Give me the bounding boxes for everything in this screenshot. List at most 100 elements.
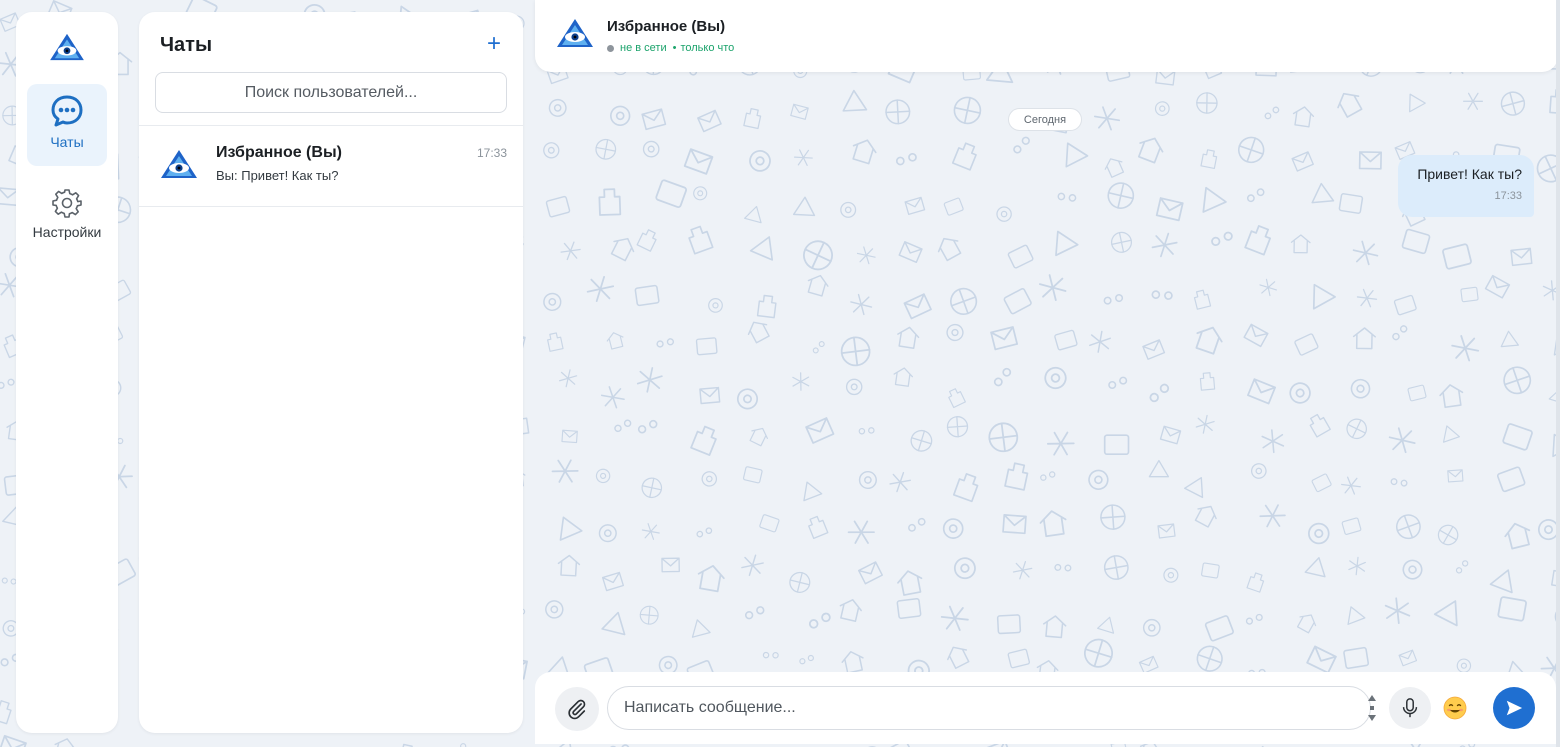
doodle-icon: [595, 138, 617, 160]
doodle-icon: [1352, 240, 1379, 266]
doodle-icon: [1304, 557, 1326, 578]
doodle-icon: [1155, 197, 1184, 222]
eye-pyramid-avatar-icon[interactable]: [555, 15, 595, 51]
chats-header: Чаты +: [139, 12, 523, 72]
send-button[interactable]: [1493, 687, 1535, 729]
doodle-icon: [1243, 323, 1269, 348]
doodle-icon: [1460, 286, 1479, 303]
doodle-icon: [1200, 149, 1218, 170]
attach-button[interactable]: [555, 687, 599, 731]
doodle-icon: [940, 605, 969, 631]
doodle-icon: [812, 341, 825, 354]
doodle-icon: [840, 201, 857, 218]
doodle-icon: [661, 557, 680, 573]
doodle-icon: [942, 518, 964, 539]
doodle-icon: [1341, 476, 1361, 495]
presence-status: не в сети • только что: [607, 42, 734, 54]
doodle-icon: [789, 571, 811, 593]
conversation-info[interactable]: Избранное (Вы) не в сети • только что: [607, 18, 734, 54]
doodle-icon: [1040, 471, 1056, 481]
eye-pyramid-logo-icon[interactable]: [48, 32, 86, 62]
doodle-icon: [790, 103, 809, 120]
voice-message-button[interactable]: [1389, 687, 1431, 729]
doodle-icon: [634, 284, 660, 307]
sidebar-item-chats[interactable]: Чаты: [27, 84, 107, 166]
chat-name: Избранное (Вы): [216, 144, 342, 161]
doodle-icon: [460, 743, 467, 747]
sidebar-item-settings[interactable]: Настройки: [27, 178, 107, 248]
doodle-icon: [1196, 92, 1218, 114]
doodle-icon: [1054, 329, 1078, 351]
doodle-icon: [1097, 616, 1115, 634]
sidebar-item-label: Чаты: [50, 134, 84, 150]
doodle-icon: [688, 225, 714, 255]
nav-rail: Чаты Настройки: [16, 12, 118, 733]
doodle-icon: [1289, 382, 1311, 404]
doodle-icon: [543, 142, 560, 159]
doodle-icon: [1246, 188, 1265, 203]
doodle-icon: [1002, 514, 1027, 535]
doodle-icon: [1343, 646, 1370, 670]
search-container: [139, 72, 523, 126]
doodle-icon: [1496, 466, 1526, 493]
doodle-icon: [1195, 326, 1223, 355]
doodle-icon: [1337, 92, 1363, 118]
doodle-icon: [1442, 243, 1472, 270]
outgoing-message[interactable]: Привет! Как ты? 17:33: [1398, 155, 1534, 217]
doodle-icon: [1484, 274, 1511, 299]
doodle-icon: [639, 605, 659, 625]
chat-bubble-icon: [51, 95, 83, 127]
doodle-icon: [548, 98, 567, 117]
doodle-icon: [950, 287, 978, 315]
doodle-icon: [803, 481, 823, 502]
resize-arrows-icon[interactable]: [1367, 693, 1377, 723]
smiley-emoji-icon: [1443, 696, 1467, 720]
microphone-icon: [1402, 698, 1418, 718]
doodle-icon: [953, 557, 976, 580]
paperclip-icon: [568, 699, 586, 720]
doodle-icon: [1500, 330, 1519, 348]
doodle-icon: [1039, 510, 1067, 538]
doodle-icon: [1502, 423, 1533, 451]
message-input[interactable]: [607, 686, 1371, 730]
doodle-icon: [749, 236, 774, 261]
doodle-icon: [545, 600, 564, 619]
doodle-icon: [1103, 555, 1129, 580]
doodle-icon: [1093, 106, 1121, 131]
doodle-icon: [1338, 193, 1364, 214]
doodle-icon: [1163, 567, 1179, 583]
doodle-icon: [1290, 234, 1311, 254]
doodle-icon: [1183, 476, 1204, 499]
doodle-icon: [943, 197, 964, 216]
doodle-icon: [683, 148, 714, 175]
chats-panel: Чаты + Избранное (Вы) 17:33 Вы: Привет! …: [139, 12, 523, 733]
doodle-icon: [695, 337, 718, 356]
doodle-icon: [1291, 151, 1314, 172]
doodle-icon: [1151, 232, 1178, 258]
doodle-icon: [1054, 563, 1072, 572]
emoji-button[interactable]: [1441, 694, 1469, 722]
doodle-icon: [1393, 294, 1417, 316]
doodle-icon: [1003, 288, 1032, 315]
doodle-icon: [988, 422, 1019, 453]
doodle-icon: [852, 139, 877, 165]
doodle-icon: [1038, 274, 1067, 302]
doodle-icon: [547, 332, 564, 352]
doodle-icon: [947, 646, 970, 669]
doodle-icon: [910, 429, 933, 452]
doodle-icon: [1462, 92, 1484, 110]
user-search-input[interactable]: [155, 72, 507, 113]
doodle-icon: [897, 326, 920, 350]
doodle-icon: [799, 654, 814, 665]
doodle-icon: [850, 293, 873, 316]
doodle-icon: [0, 734, 27, 747]
status-text: не в сети: [620, 42, 667, 54]
chat-list-item[interactable]: Избранное (Вы) 17:33 Вы: Привет! Как ты?: [139, 126, 523, 207]
doodle-icon: [1447, 469, 1464, 483]
doodle-icon: [742, 466, 763, 484]
doodle-icon: [841, 650, 864, 674]
doodle-icon: [690, 425, 717, 456]
doodle-icon: [1138, 655, 1159, 674]
new-chat-button[interactable]: +: [487, 32, 501, 56]
doodle-icon: [1057, 192, 1077, 202]
